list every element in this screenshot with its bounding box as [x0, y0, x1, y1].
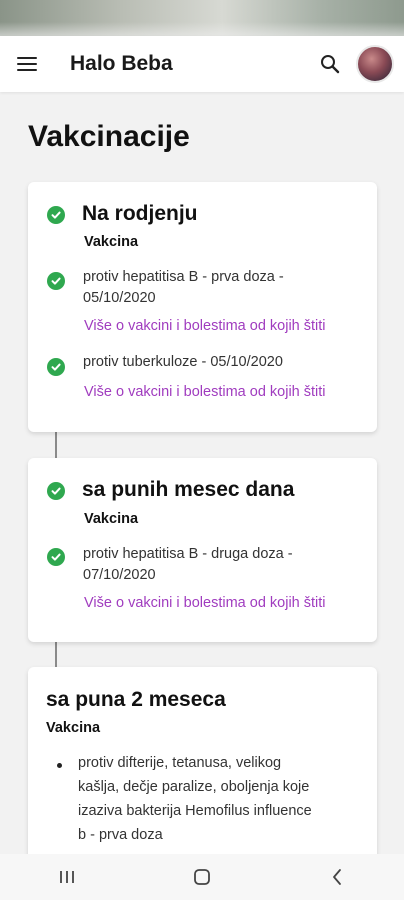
search-icon: [321, 55, 340, 74]
search-button[interactable]: [310, 36, 350, 92]
vaccine-info-link[interactable]: Više o vakcini i bolestima od kojih štit…: [84, 384, 326, 400]
check-circle-icon: [47, 482, 65, 500]
card-title: Na rodjenju: [82, 202, 198, 225]
back-icon: [332, 869, 341, 885]
recent-apps-icon: [60, 871, 75, 883]
app-bar: Halo Beba: [0, 36, 404, 92]
timeline-connector: [55, 642, 57, 667]
check-circle-icon: [47, 206, 65, 224]
list-bullet: [57, 763, 62, 768]
vaccine-name: protiv difterije, tetanusa, velikog kašl…: [78, 755, 312, 843]
timeline-connector: [55, 432, 57, 458]
app-title: Halo Beba: [70, 52, 173, 75]
home-icon: [194, 869, 210, 885]
vaccine-label: Vakcina: [84, 234, 139, 250]
vaccine-info-link[interactable]: Više o vakcini i bolestima od kojih štit…: [84, 318, 326, 334]
vaccine-name: protiv hepatitisa B - druga doza - 07/10…: [83, 546, 293, 583]
back-button[interactable]: [307, 854, 367, 900]
check-circle-icon: [47, 272, 65, 290]
vaccine-name: protiv hepatitisa B - prva doza - 05/10/…: [83, 269, 284, 306]
status-bar-background: [0, 0, 404, 36]
page-title: Vakcinacije: [28, 120, 190, 153]
vaccine-label: Vakcina: [46, 720, 101, 736]
home-button[interactable]: [172, 854, 232, 900]
recent-apps-button[interactable]: [37, 854, 97, 900]
hamburger-menu-icon: [17, 57, 37, 71]
vaccine-info-link[interactable]: Više o vakcini i bolestima od kojih štit…: [84, 595, 326, 611]
system-nav-bar: [0, 854, 404, 900]
vaccination-card: sa punih mesec dana Vakcina protiv hepat…: [28, 458, 377, 642]
card-title: sa puna 2 meseca: [46, 688, 226, 711]
avatar[interactable]: [356, 45, 394, 83]
check-circle-icon: [47, 548, 65, 566]
card-title: sa punih mesec dana: [82, 478, 295, 501]
check-circle-icon: [47, 358, 65, 376]
vaccine-name: protiv tuberkuloze - 05/10/2020: [83, 354, 283, 370]
vaccination-card: Na rodjenju Vakcina protiv hepatitisa B …: [28, 182, 377, 432]
menu-button[interactable]: [0, 36, 54, 92]
main-content: Vakcinacije Na rodjenju Vakcina protiv h…: [0, 92, 404, 854]
vaccine-label: Vakcina: [84, 511, 139, 527]
vaccination-card: sa puna 2 meseca Vakcina protiv difterij…: [28, 667, 377, 854]
